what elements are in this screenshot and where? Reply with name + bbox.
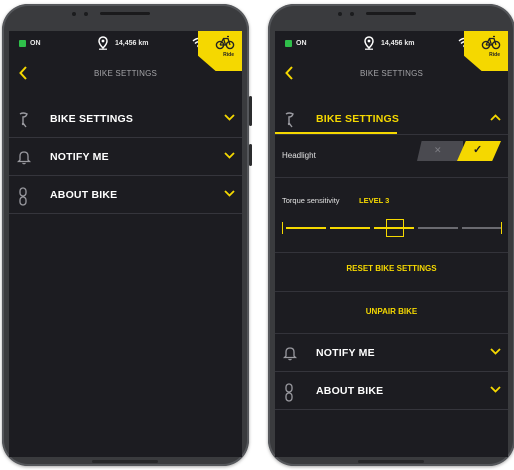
reset-bike-settings-button[interactable]: RESET BIKE SETTINGS	[275, 264, 508, 273]
torque-level-value: LEVEL 3	[359, 196, 390, 205]
status-bar: ON 14,456 km Ride	[9, 31, 242, 71]
slider-segment	[286, 227, 326, 229]
bell-icon	[17, 151, 31, 165]
checkmark-icon: ✓	[473, 144, 483, 156]
notify-me-label: NOTIFY ME	[316, 347, 375, 359]
page-title: BIKE SETTINGS	[93, 69, 158, 78]
phone-frame-left: ON 14,456 km Ride BIKE SETTINGS BIKE SET…	[2, 4, 252, 466]
about-bike-row[interactable]: ABOUT BIKE	[275, 372, 508, 410]
bike-settings-label: BIKE SETTINGS	[316, 113, 400, 125]
torque-sensitivity-slider[interactable]	[282, 216, 502, 240]
chevron-down-icon	[224, 114, 235, 121]
front-camera	[338, 12, 342, 16]
slider-segment	[462, 227, 502, 229]
location-pin-icon	[98, 36, 108, 50]
chevron-up-icon	[490, 114, 501, 121]
power-status-label: ON	[296, 40, 307, 47]
bike-chain-icon	[285, 383, 293, 402]
power-status-label: ON	[30, 40, 41, 47]
chevron-down-icon	[224, 152, 235, 159]
location-pin-icon	[364, 36, 374, 50]
power-button	[249, 144, 252, 166]
home-bar	[358, 460, 424, 463]
notify-me-label: NOTIFY ME	[50, 151, 109, 163]
headlight-toggle[interactable]: ✕ ✓	[417, 141, 501, 161]
chevron-down-icon	[224, 190, 235, 197]
slider-handle[interactable]	[386, 219, 404, 237]
app-screen-collapsed: ON 14,456 km Ride BIKE SETTINGS BIKE SET…	[9, 31, 242, 457]
slider-segment	[330, 227, 370, 229]
odometer-value: 14,456 km	[381, 40, 415, 47]
status-bar: ON 14,456 km Ride	[275, 31, 508, 71]
bike-settings-label: BIKE SETTINGS	[50, 113, 134, 125]
about-bike-label: ABOUT BIKE	[50, 189, 118, 201]
front-sensor	[350, 12, 354, 16]
app-screen-expanded: ON 14,456 km Ride BIKE SETTINGS BIKE SET…	[275, 31, 508, 457]
volume-button	[249, 96, 252, 126]
divider	[275, 252, 508, 253]
bike-settings-row-expanded[interactable]: BIKE SETTINGS	[275, 100, 508, 134]
bell-icon	[283, 347, 297, 361]
earpiece-speaker	[366, 12, 416, 15]
notify-me-row[interactable]: NOTIFY ME	[275, 334, 508, 372]
divider	[275, 177, 508, 178]
close-icon: ✕	[434, 145, 442, 155]
earpiece-speaker	[100, 12, 150, 15]
top-bar: BIKE SETTINGS	[275, 57, 508, 91]
unpair-bike-button[interactable]: UNPAIR BIKE	[275, 307, 508, 316]
odometer-value: 14,456 km	[115, 40, 149, 47]
front-camera	[72, 12, 76, 16]
chevron-down-icon	[490, 348, 501, 355]
bike-settings-row[interactable]: BIKE SETTINGS	[9, 100, 242, 138]
chevron-down-icon	[490, 386, 501, 393]
home-bar	[92, 460, 158, 463]
slider-start-tick	[282, 222, 283, 234]
torque-sensitivity-label: Torque sensitivity	[282, 196, 340, 205]
bike-seat-icon	[285, 112, 294, 128]
power-status-icon	[19, 40, 26, 47]
about-bike-label: ABOUT BIKE	[316, 385, 384, 397]
power-status-icon	[285, 40, 292, 47]
front-sensor	[84, 12, 88, 16]
divider	[275, 291, 508, 292]
about-bike-row[interactable]: ABOUT BIKE	[9, 176, 242, 214]
slider-end-tick	[501, 222, 502, 234]
divider	[275, 134, 508, 135]
bike-chain-icon	[19, 187, 27, 206]
top-bar: BIKE SETTINGS	[9, 57, 242, 91]
bicycle-icon	[481, 35, 501, 50]
phone-frame-right: ON 14,456 km Ride BIKE SETTINGS BIKE SET…	[268, 4, 514, 466]
bicycle-icon	[215, 35, 235, 50]
headlight-label: Headlight	[282, 151, 316, 160]
bike-seat-icon	[19, 112, 28, 128]
slider-segment	[418, 227, 458, 229]
page-title: BIKE SETTINGS	[359, 69, 424, 78]
notify-me-row[interactable]: NOTIFY ME	[9, 138, 242, 176]
